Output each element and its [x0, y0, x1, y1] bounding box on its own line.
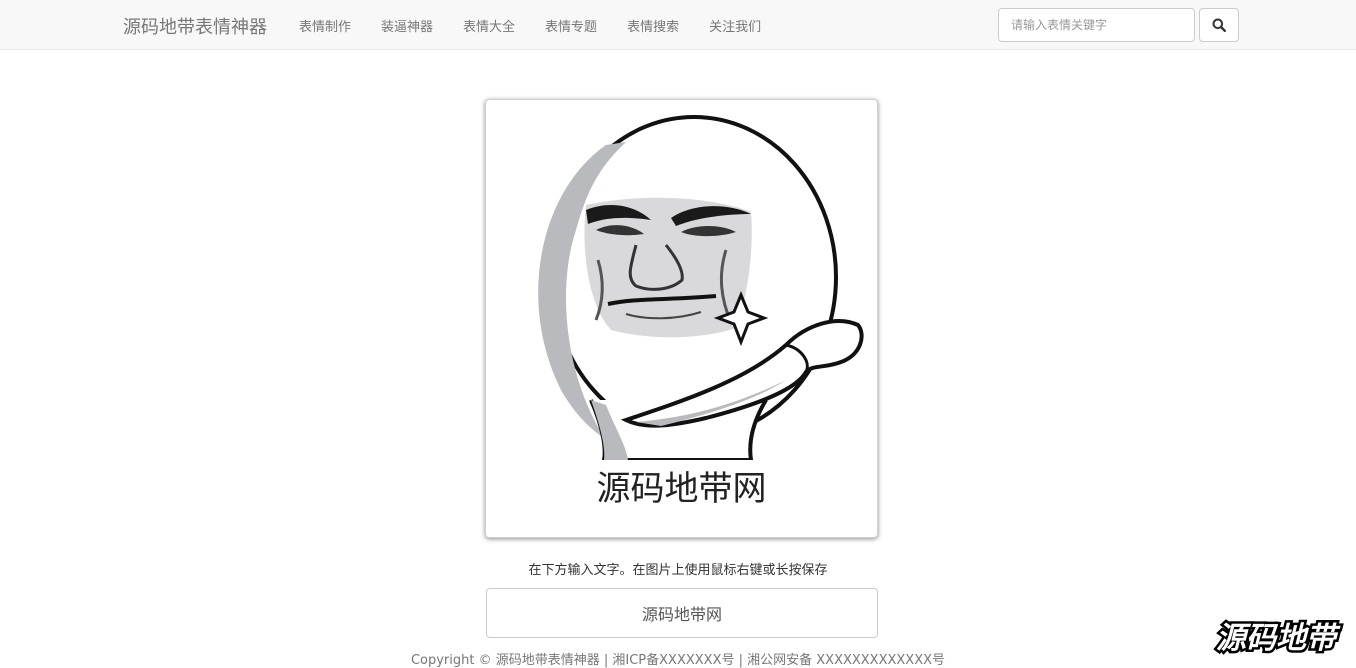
search-icon: [1212, 18, 1226, 32]
navbar: 源码地带表情神器 表情制作 装逼神器 表情大全 表情专题 表情搜索 关注我们: [0, 0, 1356, 50]
svg-text:源码地带: 源码地带: [1216, 621, 1341, 656]
nav-item-show-off[interactable]: 装逼神器: [366, 16, 448, 35]
search-button[interactable]: [1199, 8, 1239, 42]
caption-input[interactable]: [486, 588, 878, 638]
meme-caption: 源码地带网: [596, 469, 767, 509]
meme-image[interactable]: 源码地带网: [485, 99, 878, 538]
nav-item-make[interactable]: 表情制作: [284, 16, 366, 35]
nav-item-topics[interactable]: 表情专题: [530, 16, 612, 35]
meme-face-illustration: [538, 115, 864, 460]
nav-item-search[interactable]: 表情搜索: [612, 16, 694, 35]
watermark-logo: 源码地带: [1214, 619, 1344, 659]
site-brand[interactable]: 源码地带表情神器: [123, 13, 267, 39]
instruction-text: 在下方输入文字。在图片上使用鼠标右键或长按保存: [528, 563, 828, 578]
nav-item-follow[interactable]: 关注我们: [694, 16, 776, 35]
footer-copyright: Copyright © 源码地带表情神器 | 湘ICP备XXXXXXX号 | 湘…: [410, 653, 946, 668]
nav-item-collection[interactable]: 表情大全: [448, 16, 530, 35]
search-input[interactable]: [998, 8, 1195, 42]
nav-menu: 表情制作 装逼神器 表情大全 表情专题 表情搜索 关注我们: [284, 0, 776, 50]
